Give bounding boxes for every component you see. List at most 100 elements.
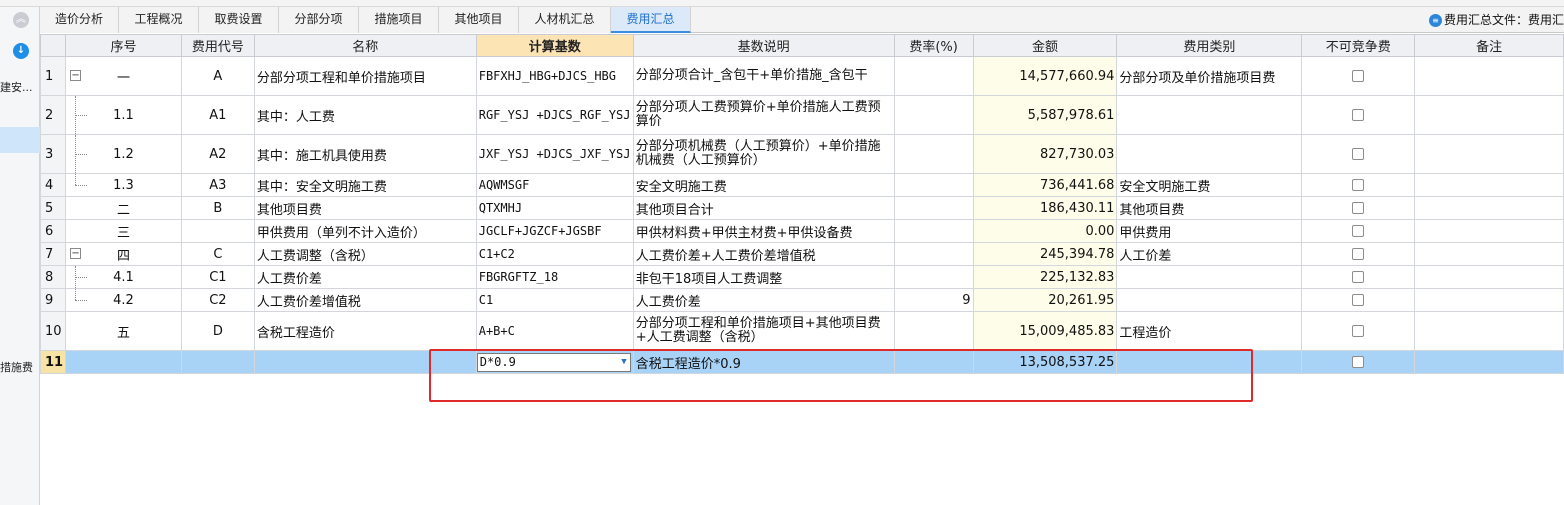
header-remark[interactable]: 备注 <box>1414 34 1564 57</box>
remark-cell[interactable] <box>1414 95 1564 135</box>
base-cell[interactable]: FBGRGFTZ_18 <box>475 265 634 289</box>
base-cell[interactable]: JXF_YSJ +DJCS_JXF_YSJ <box>475 134 634 174</box>
seq-cell[interactable] <box>65 350 182 374</box>
seq-cell[interactable]: 五 <box>65 311 182 351</box>
name-cell[interactable]: 分部分项工程和单价措施项目 <box>253 56 477 96</box>
table-row-selected[interactable]: 11 D*0.9 ▼ 含税工程造价*0.9 13,508,537.25 <box>39 350 1564 374</box>
noncompetitive-checkbox[interactable] <box>1352 248 1365 260</box>
desc-cell[interactable]: 分部分项机械费（人工预算价）+单价措施机械费（人工预算价） <box>632 134 895 174</box>
code-cell[interactable]: B <box>180 196 255 220</box>
code-cell[interactable]: C1 <box>180 265 255 289</box>
remark-cell[interactable] <box>1414 242 1564 266</box>
desc-cell[interactable]: 非包干18项目人工费调整 <box>632 265 895 289</box>
noncompetitive-cell[interactable] <box>1301 134 1416 174</box>
noncompetitive-cell[interactable] <box>1301 56 1416 96</box>
remark-cell[interactable] <box>1414 196 1564 220</box>
noncompetitive-checkbox[interactable] <box>1352 225 1365 237</box>
name-cell[interactable]: 人工费调整（含税） <box>253 242 477 266</box>
noncompetitive-cell[interactable] <box>1301 265 1416 289</box>
base-cell[interactable]: JGCLF+JGZCF+JGSBF <box>475 219 634 243</box>
seq-cell[interactable]: 1.2 <box>65 134 182 174</box>
rate-cell[interactable] <box>893 219 974 243</box>
remark-cell[interactable] <box>1414 265 1564 289</box>
tab-other-items[interactable]: 其他项目 <box>439 7 519 33</box>
noncompetitive-checkbox[interactable] <box>1352 356 1365 368</box>
seq-cell[interactable]: 二 <box>65 196 182 220</box>
code-cell[interactable]: C <box>180 242 255 266</box>
noncompetitive-cell[interactable] <box>1301 196 1416 220</box>
tab-labor-material-summary[interactable]: 人材机汇总 <box>519 7 611 33</box>
name-cell[interactable] <box>253 350 477 374</box>
base-cell[interactable]: AQWMSGF <box>475 173 634 197</box>
rate-cell[interactable] <box>893 56 974 96</box>
category-cell[interactable]: 人工价差 <box>1116 242 1303 266</box>
code-cell[interactable] <box>180 350 255 374</box>
desc-cell[interactable]: 人工费价差 <box>632 288 895 312</box>
remark-cell[interactable] <box>1414 288 1564 312</box>
category-cell[interactable] <box>1116 350 1303 374</box>
noncompetitive-cell[interactable] <box>1301 173 1416 197</box>
code-cell[interactable]: C2 <box>180 288 255 312</box>
base-cell[interactable]: C1+C2 <box>475 242 634 266</box>
base-cell[interactable]: C1 <box>475 288 634 312</box>
noncompetitive-checkbox[interactable] <box>1352 202 1365 214</box>
table-row[interactable]: 1 − 一 A 分部分项工程和单价措施项目 FBFXHJ_HBG+DJCS_HBG… <box>39 56 1564 96</box>
rate-cell[interactable] <box>893 350 974 374</box>
desc-cell[interactable]: 分部分项合计_含包干+单价措施_含包干 <box>632 56 895 96</box>
base-cell[interactable]: QTXMHJ <box>475 196 634 220</box>
desc-cell[interactable]: 安全文明施工费 <box>632 173 895 197</box>
noncompetitive-cell[interactable] <box>1301 350 1416 374</box>
noncompetitive-checkbox[interactable] <box>1352 325 1365 337</box>
collapse-up-icon[interactable]: ︽ <box>13 12 29 28</box>
tab-fee-summary[interactable]: 费用汇总 <box>611 7 691 33</box>
category-cell[interactable]: 分部分项及单价措施项目费 <box>1116 56 1303 96</box>
seq-cell[interactable]: 三 <box>65 219 182 243</box>
table-row[interactable]: 7 − 四 C 人工费调整（含税） C1+C2 人工费价差+人工费价差增值税 24… <box>39 242 1564 266</box>
category-cell[interactable]: 安全文明施工费 <box>1116 173 1303 197</box>
table-row[interactable]: 8 4.1 C1 人工费价差 FBGRGFTZ_18 非包干18项目人工费调整 … <box>39 265 1564 289</box>
category-cell[interactable] <box>1116 95 1303 135</box>
tab-sub-items[interactable]: 分部分项 <box>279 7 359 33</box>
desc-cell[interactable]: 其他项目合计 <box>632 196 895 220</box>
left-tree-selected-item[interactable] <box>0 127 40 153</box>
remark-cell[interactable] <box>1414 311 1564 351</box>
code-cell[interactable]: A1 <box>180 95 255 135</box>
table-row[interactable]: 9 4.2 C2 人工费价差增值税 C1 人工费价差 9 20,261.95 <box>39 288 1564 312</box>
category-cell[interactable] <box>1116 288 1303 312</box>
rate-cell[interactable] <box>893 95 974 135</box>
seq-cell[interactable]: − 四 <box>65 242 182 266</box>
table-row[interactable]: 2 1.1 A1 其中：人工费 RGF_YSJ +DJCS_RGF_YSJ 分部… <box>39 95 1564 135</box>
header-amount[interactable]: 金额 <box>972 34 1118 57</box>
header-seq[interactable]: 序号 <box>65 34 182 57</box>
tab-cost-analysis[interactable]: 造价分析 <box>40 7 119 33</box>
category-cell[interactable] <box>1116 265 1303 289</box>
category-cell[interactable]: 工程造价 <box>1116 311 1303 351</box>
name-cell[interactable]: 其中：施工机具使用费 <box>253 134 477 174</box>
dropdown-triangle-icon[interactable]: ▼ <box>621 354 626 371</box>
left-tree-item-label-measure-fee[interactable]: 措施费 <box>0 359 40 373</box>
category-cell[interactable] <box>1116 134 1303 174</box>
table-row[interactable]: 4 1.3 A3 其中：安全文明施工费 AQWMSGF 安全文明施工费 736,… <box>39 173 1564 197</box>
rate-cell[interactable] <box>893 311 974 351</box>
header-category[interactable]: 费用类别 <box>1116 34 1303 57</box>
fee-summary-file-label[interactable]: ≡ 费用汇总文件：费用汇 <box>1428 10 1564 30</box>
tab-fee-settings[interactable]: 取费设置 <box>199 7 279 33</box>
name-cell[interactable]: 人工费价差增值税 <box>253 288 477 312</box>
remark-cell[interactable] <box>1414 134 1564 174</box>
header-code[interactable]: 费用代号 <box>180 34 255 57</box>
desc-cell[interactable]: 含税工程造价*0.9 <box>632 350 895 374</box>
base-cell[interactable]: A+B+C <box>475 311 634 351</box>
noncompetitive-cell[interactable] <box>1301 219 1416 243</box>
table-row[interactable]: 3 1.2 A2 其中：施工机具使用费 JXF_YSJ +DJCS_JXF_YS… <box>39 134 1564 174</box>
noncompetitive-checkbox[interactable] <box>1352 294 1365 306</box>
remark-cell[interactable] <box>1414 173 1564 197</box>
name-cell[interactable]: 其中：人工费 <box>253 95 477 135</box>
category-cell[interactable]: 其他项目费 <box>1116 196 1303 220</box>
base-cell[interactable]: RGF_YSJ +DJCS_RGF_YSJ <box>475 95 634 135</box>
table-row[interactable]: 5 二 B 其他项目费 QTXMHJ 其他项目合计 186,430.11 其他项… <box>39 196 1564 220</box>
name-cell[interactable]: 其中：安全文明施工费 <box>253 173 477 197</box>
desc-cell[interactable]: 甲供材料费+甲供主材费+甲供设备费 <box>632 219 895 243</box>
left-tree-item-label[interactable]: 建安... <box>0 79 40 93</box>
code-cell[interactable]: D <box>180 311 255 351</box>
noncompetitive-checkbox[interactable] <box>1352 109 1365 121</box>
